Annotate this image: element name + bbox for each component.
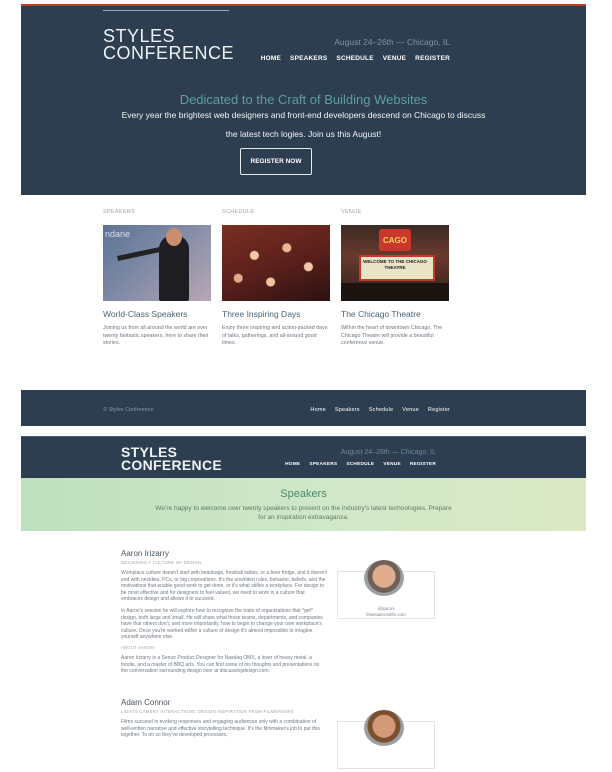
logo-line-2: CONFERENCE xyxy=(121,457,223,473)
talk-title: LIGHTS CAMERA INTERACTIONS: DESIGN INSPI… xyxy=(121,709,294,714)
nav-speakers[interactable]: SPEAKERS xyxy=(309,462,337,467)
footer-nav-speakers[interactable]: Speakers xyxy=(335,407,360,413)
feature-description: Joining us from all around the world are… xyxy=(103,325,209,347)
register-now-button[interactable]: REGISTER NOW xyxy=(240,148,312,175)
speaker-list: Aaron Irizarry DESIGNING A CULTURE OF DE… xyxy=(21,541,586,772)
audience-photo[interactable] xyxy=(222,225,330,301)
features-section: SPEAKERS ndane World-Class Speakers Join… xyxy=(21,209,586,387)
speaker-name: Aaron Irizarry xyxy=(121,549,170,558)
banner-text: We’re happy to welcome over twenty speak… xyxy=(155,505,452,521)
hero-lead: Every year the brightest web designers a… xyxy=(121,110,486,139)
nav-schedule[interactable]: SCHEDULE xyxy=(346,462,374,467)
copyright-text: © Styles Conference xyxy=(103,407,154,413)
marquee-text: WELCOME TO THE CHICAGO THEATRE xyxy=(363,259,427,270)
site-logo[interactable]: STYLES CONFERENCE xyxy=(121,445,223,473)
footer-nav: Home Speakers Schedule Venue Register xyxy=(310,407,450,413)
footer-nav-home[interactable]: Home xyxy=(310,407,325,413)
speakers-page-header: STYLES CONFERENCE August 24–26th — Chica… xyxy=(21,436,586,479)
feature-section-label: SCHEDULE xyxy=(222,209,255,215)
top-divider xyxy=(103,10,229,11)
main-nav: HOME SPEAKERS SCHEDULE VENUE REGISTER xyxy=(261,55,450,62)
nav-register[interactable]: REGISTER xyxy=(415,55,450,62)
feature-section-label: SPEAKERS xyxy=(103,209,136,215)
nav-register[interactable]: REGISTER xyxy=(410,462,436,467)
banner-title: Speakers xyxy=(280,488,327,500)
speaker-head xyxy=(166,228,182,246)
theatre-photo[interactable]: CAGO WELCOME TO THE CHICAGO THEATRE xyxy=(341,225,449,301)
feature-section-label: VENUE xyxy=(341,209,362,215)
feature-schedule: SCHEDULE Three Inspiring Days Enjoy thre… xyxy=(222,209,330,348)
about-label: ABOUT AARON xyxy=(121,644,155,650)
feature-title[interactable]: The Chicago Theatre xyxy=(341,309,449,319)
talk-description: Workplace culture doesn't start with bea… xyxy=(121,570,327,603)
speaker-bio: Aaron Irizarry is a Senior Product Desig… xyxy=(121,654,320,675)
hero-section: STYLES CONFERENCE August 24–26th — Chica… xyxy=(21,4,586,195)
speaker-card xyxy=(337,710,435,769)
nav-home[interactable]: HOME xyxy=(285,462,300,467)
nav-venue[interactable]: VENUE xyxy=(383,55,406,62)
hero-headline: Dedicated to the Craft of Building Websi… xyxy=(179,92,428,107)
speaker-card: @aaroni thisisaaronslife.com xyxy=(337,560,435,619)
logo-line-2: CONFERENCE xyxy=(103,43,235,63)
nav-home[interactable]: HOME xyxy=(261,55,281,62)
feature-title[interactable]: World-Class Speakers xyxy=(103,309,211,319)
talk-description: In Aaron's session he will explore how t… xyxy=(121,607,323,641)
speaker-entry: Adam Connor LIGHTS CAMERA INTERACTIONS: … xyxy=(121,698,327,739)
nav-speakers[interactable]: SPEAKERS xyxy=(290,55,327,62)
theatre-sign: CAGO xyxy=(379,229,411,251)
nav-schedule[interactable]: SCHEDULE xyxy=(336,55,373,62)
speaker-handle[interactable]: @aaroni thisisaaronslife.com xyxy=(338,606,434,618)
speakers-banner: Speakers We’re happy to welcome over twe… xyxy=(21,478,586,531)
footer-nav-register[interactable]: Register xyxy=(428,407,450,413)
footer-nav-venue[interactable]: Venue xyxy=(402,407,419,413)
speaker-avatar xyxy=(364,710,404,746)
speaker-photo[interactable]: ndane xyxy=(103,225,211,301)
feature-description: Within the heart of downtown Chicago, Th… xyxy=(341,325,443,347)
main-nav: HOME SPEAKERS SCHEDULE VENUE REGISTER xyxy=(285,462,436,467)
theatre-entrance xyxy=(341,283,449,301)
talk-title: DESIGNING A CULTURE OF DESIGN xyxy=(121,560,202,565)
feature-title[interactable]: Three Inspiring Days xyxy=(222,309,330,319)
page-footer: © Styles Conference Home Speakers Schedu… xyxy=(21,390,586,426)
speaker-photo-caption: ndane xyxy=(105,229,131,239)
footer-nav-schedule[interactable]: Schedule xyxy=(369,407,394,413)
site-logo[interactable]: STYLES CONFERENCE xyxy=(103,27,235,63)
feature-venue: VENUE CAGO WELCOME TO THE CHICAGO THEATR… xyxy=(341,209,449,348)
speaker-avatar xyxy=(364,560,404,596)
nav-venue[interactable]: VENUE xyxy=(383,462,401,467)
speaker-arm xyxy=(117,246,165,261)
speaker-name: Adam Connor xyxy=(121,698,171,707)
speaker-website[interactable]: thisisaaronslife.com xyxy=(338,612,434,618)
event-date: August 24–26th — Chicago, IL xyxy=(340,449,436,456)
talk-description: Films succeed in evoking responses and e… xyxy=(121,719,320,739)
feature-speakers: SPEAKERS ndane World-Class Speakers Join… xyxy=(103,209,211,348)
speaker-entry: Aaron Irizarry DESIGNING A CULTURE OF DE… xyxy=(121,549,327,675)
feature-description: Enjoy three inspiring and action-packed … xyxy=(222,325,328,347)
event-date: August 24–26th — Chicago, IL xyxy=(334,37,450,47)
